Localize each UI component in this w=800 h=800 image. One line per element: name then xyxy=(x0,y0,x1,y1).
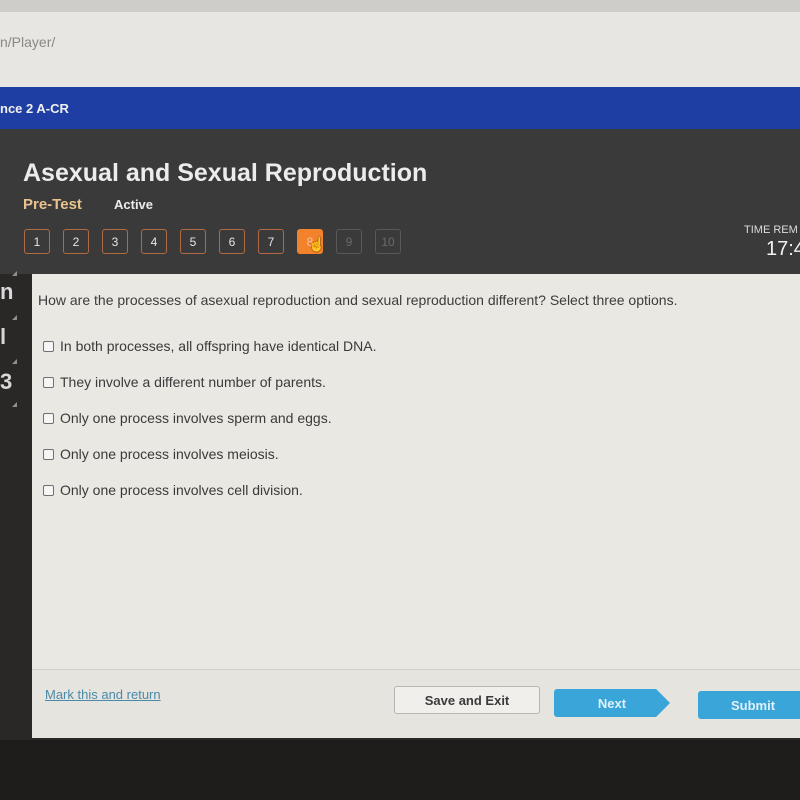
rail-fragment: n xyxy=(0,279,14,304)
checkbox[interactable] xyxy=(43,412,54,424)
question-nav-label: 2 xyxy=(72,234,80,249)
question-text: How are the processes of asexual reprodu… xyxy=(38,292,678,308)
answer-options: In both processes, all offspring have id… xyxy=(43,328,376,508)
rail-expand-icon[interactable] xyxy=(12,271,17,276)
test-type-label: Pre-Test xyxy=(23,196,82,213)
answer-option-label: Only one process involves cell division. xyxy=(60,482,303,498)
mark-and-return-link[interactable]: Mark this and return xyxy=(45,687,161,702)
checkbox[interactable] xyxy=(43,376,54,388)
answer-option[interactable]: Only one process involves sperm and eggs… xyxy=(43,400,376,436)
question-nav-label: 7 xyxy=(267,234,275,249)
browser-address-bar[interactable]: n/Player/ xyxy=(0,12,800,87)
answer-option-label: Only one process involves sperm and eggs… xyxy=(60,410,332,426)
rail-fragment: 3 xyxy=(0,369,13,394)
rail-fragment: l xyxy=(0,324,7,349)
status-badge: Active xyxy=(114,197,154,212)
left-side-rail: n l 3 xyxy=(0,229,24,429)
course-title: nce 2 A-CR xyxy=(0,101,69,116)
submit-button[interactable]: Submit xyxy=(698,691,800,719)
checkbox[interactable] xyxy=(43,340,54,352)
question-nav-5[interactable]: 5 xyxy=(180,229,206,254)
question-footer: Mark this and return Save and Exit Next … xyxy=(32,669,800,738)
next-button[interactable]: Next xyxy=(554,689,670,717)
answer-option-label: Only one process involves meiosis. xyxy=(60,446,279,462)
time-remaining-label: TIME REM xyxy=(744,224,798,236)
question-nav-label: 6 xyxy=(228,234,236,249)
rail-expand-icon[interactable] xyxy=(12,315,17,320)
question-nav-10[interactable]: 10 xyxy=(375,229,401,254)
question-nav-9[interactable]: 9 xyxy=(336,229,362,254)
question-nav-8-current[interactable]: 8 ☝ xyxy=(297,229,326,254)
checkbox[interactable] xyxy=(43,484,54,496)
question-panel: How are the processes of asexual reprodu… xyxy=(32,274,800,669)
question-nav-1[interactable]: 1 xyxy=(24,229,50,254)
question-nav-4[interactable]: 4 xyxy=(141,229,167,254)
answer-option[interactable]: In both processes, all offspring have id… xyxy=(43,328,376,364)
rail-expand-icon[interactable] xyxy=(12,402,17,407)
time-remaining-value: 17:4 xyxy=(766,238,800,260)
answer-option[interactable]: Only one process involves meiosis. xyxy=(43,436,376,472)
hand-pointer-cursor-icon: ☝ xyxy=(308,236,326,252)
monitor-bezel xyxy=(0,740,800,800)
question-nav-label: 9 xyxy=(345,234,353,249)
answer-option[interactable]: Only one process involves cell division. xyxy=(43,472,376,508)
question-nav-7[interactable]: 7 xyxy=(258,229,284,254)
question-nav-label: 5 xyxy=(189,234,197,249)
answer-option-label: In both processes, all offspring have id… xyxy=(60,338,377,354)
url-text[interactable]: n/Player/ xyxy=(0,34,55,50)
question-nav-label: 10 xyxy=(381,234,395,249)
question-nav-3[interactable]: 3 xyxy=(102,229,128,254)
question-nav-2[interactable]: 2 xyxy=(63,229,89,254)
page-title: Asexual and Sexual Reproduction xyxy=(23,159,428,187)
assessment-header: Asexual and Sexual Reproduction Pre-Test… xyxy=(0,129,800,274)
rail-expand-icon[interactable] xyxy=(12,359,17,364)
save-and-exit-button[interactable]: Save and Exit xyxy=(394,686,540,714)
question-nav-label: 1 xyxy=(33,234,41,249)
answer-option-label: They involve a different number of paren… xyxy=(60,374,326,390)
question-nav-6[interactable]: 6 xyxy=(219,229,245,254)
question-navigator: 1 2 3 4 5 6 7 8 ☝ 9 10 xyxy=(24,229,401,254)
checkbox[interactable] xyxy=(43,448,54,460)
course-bar: nce 2 A-CR xyxy=(0,87,800,129)
question-nav-label: 3 xyxy=(111,234,119,249)
question-nav-label: 4 xyxy=(150,234,158,249)
browser-tabstrip xyxy=(0,0,800,12)
answer-option[interactable]: They involve a different number of paren… xyxy=(43,364,376,400)
